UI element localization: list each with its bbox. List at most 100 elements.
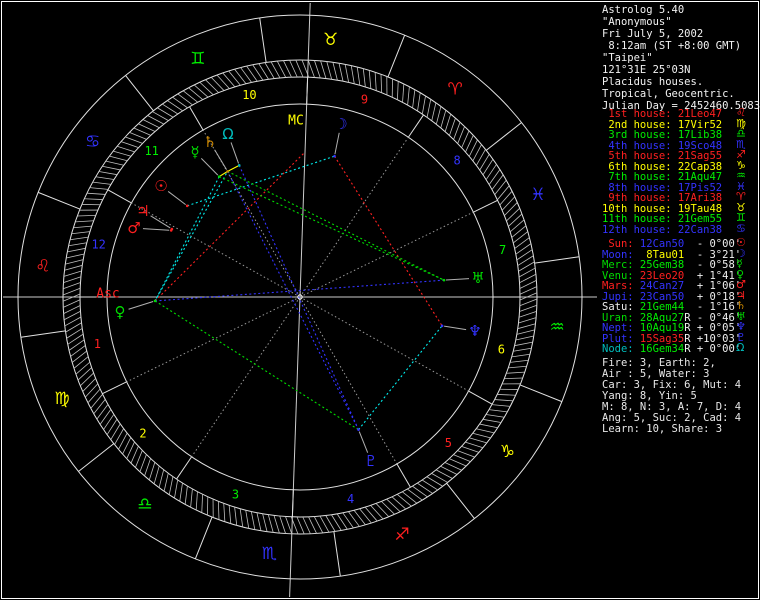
degree-tick — [93, 399, 106, 415]
degree-tick — [402, 83, 405, 103]
wheel-house-number-11: 11 — [144, 144, 158, 158]
wheel-house-number-12: 12 — [91, 238, 105, 252]
aspect-line-venus-mc — [154, 151, 306, 302]
degree-tick — [468, 437, 487, 444]
header-text: "Taipei" — [602, 52, 653, 64]
degree-tick — [494, 399, 514, 402]
degree-tick — [457, 126, 465, 144]
degree-tick — [518, 317, 537, 324]
wheel-planet-mars-icon: ♂ — [127, 219, 140, 237]
wheel-sign-pisces-icon: ♓ — [530, 185, 545, 205]
wheel-sign-sagittarius-icon: ♐ — [394, 525, 409, 545]
degree-tick — [488, 169, 501, 185]
header-text: Fri July 5, 2002 — [602, 28, 704, 40]
element-tally-list: Fire: 3, Earth: 2, Air : 5, Water: 3 Car: … — [602, 358, 760, 435]
degree-tick — [62, 293, 81, 302]
degree-tick — [138, 123, 156, 132]
degree-tick — [201, 494, 203, 513]
degree-tick — [167, 100, 183, 112]
degree-tick — [302, 516, 311, 534]
degree-tick — [364, 506, 378, 522]
header-line-3: 8:12am (ST +8:00 GMT) — [602, 40, 760, 52]
degree-tick — [380, 74, 383, 93]
wheel-planet-neptune-icon: ♆ — [468, 322, 481, 340]
degree-tick — [80, 372, 94, 387]
planet-leader-line — [142, 228, 170, 231]
degree-tick — [397, 81, 399, 100]
degree-tick — [519, 292, 538, 301]
degree-tick — [344, 64, 350, 83]
house-cusp-line — [176, 456, 193, 480]
wheel-planet-saturn-icon: ♄ — [203, 133, 216, 151]
degree-tick — [75, 361, 91, 375]
aspect-line-sun-moon — [187, 155, 335, 207]
degree-tick — [289, 60, 298, 78]
house-cusp-line — [473, 199, 498, 213]
planet-point-pluto — [357, 428, 360, 431]
degree-tick — [485, 164, 497, 180]
degree-tick — [465, 441, 484, 449]
degree-tick — [412, 89, 416, 109]
degree-tick — [517, 323, 536, 330]
degree-tick — [210, 77, 225, 91]
header-line-5: 121°31E 25°03N — [602, 64, 760, 76]
degree-tick — [444, 113, 452, 132]
planet-point-saturn — [226, 170, 229, 173]
degree-tick — [135, 450, 143, 468]
aspect-line-moon-neptune — [334, 155, 443, 327]
degree-tick — [332, 62, 338, 81]
degree-tick — [426, 99, 432, 118]
degree-tick — [497, 394, 516, 396]
header-text: Astrolog 5.40 — [602, 4, 685, 16]
degree-tick — [465, 135, 474, 153]
wheel-planet-uranus-icon: ♅ — [471, 269, 484, 287]
degree-tick — [144, 458, 151, 477]
degree-tick — [109, 155, 128, 162]
planet-leader-line — [214, 149, 228, 170]
planet-point-jupiter — [170, 227, 174, 231]
degree-tick — [217, 501, 220, 520]
wheel-house-number-7: 7 — [499, 243, 506, 257]
aspect-line-saturn-uranus — [227, 170, 445, 281]
degree-tick — [245, 510, 250, 529]
degree-tick — [472, 432, 491, 439]
house-row-12: 12th house: 22Can38 ♋ — [602, 223, 760, 236]
degree-tick — [285, 516, 293, 534]
degree-tick — [120, 141, 139, 148]
degree-tick — [482, 418, 502, 423]
degree-tick — [98, 171, 118, 176]
wheel-sign-virgo-icon: ♍ — [54, 389, 69, 409]
degree-tick — [402, 491, 418, 504]
wheel-house-number-3: 3 — [232, 488, 239, 502]
degree-tick — [435, 106, 442, 125]
sign-cusp-line — [20, 330, 66, 338]
degree-tick — [195, 491, 198, 511]
degree-tick — [86, 192, 106, 195]
aspect-line-mercury-venus — [154, 176, 220, 302]
house-cusp-spoke — [299, 136, 409, 298]
degree-tick — [68, 339, 85, 351]
degree-tick — [77, 367, 92, 381]
degree-tick — [163, 473, 169, 492]
degree-tick — [453, 454, 471, 462]
degree-tick — [65, 259, 84, 265]
tally-text: Learn: 10, Share: 3 — [602, 423, 723, 435]
degree-tick — [133, 127, 151, 136]
wheel-house-number-1: 1 — [94, 337, 101, 351]
wheel-house-number-4: 4 — [347, 492, 354, 506]
degree-tick — [262, 513, 268, 532]
house-cusp-spoke — [126, 296, 301, 383]
house-cusp-line — [468, 390, 493, 405]
degree-tick — [99, 409, 112, 425]
house-cusp-line — [407, 114, 424, 138]
degree-tick — [356, 66, 361, 86]
house-cusp-line — [291, 489, 294, 517]
degree-tick — [391, 496, 407, 510]
degree-tick — [342, 512, 354, 529]
degree-tick — [90, 393, 103, 409]
degree-tick — [370, 505, 384, 520]
degree-tick — [516, 329, 535, 335]
planet-point-mercury — [217, 175, 221, 178]
degree-tick — [374, 72, 377, 91]
degree-tick — [326, 61, 333, 80]
